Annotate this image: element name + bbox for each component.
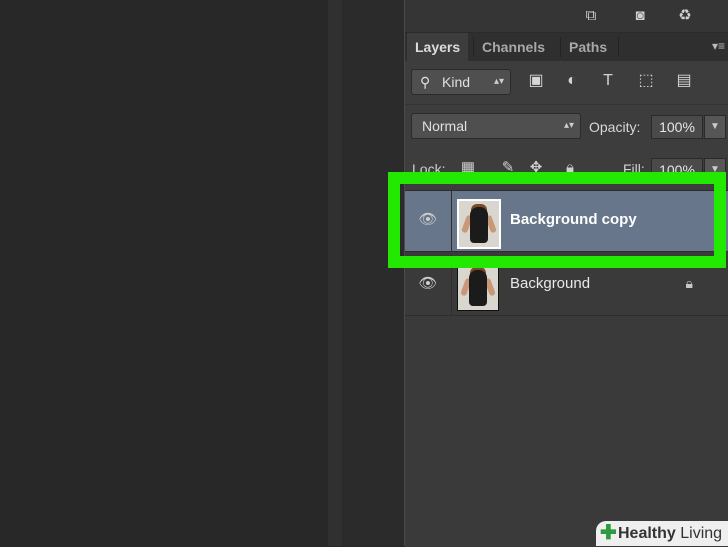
thumbnail-figure [469, 270, 487, 306]
panel-gutter [342, 0, 405, 546]
highlight-annotation [388, 172, 726, 268]
tab-paths[interactable]: Paths [561, 33, 615, 61]
type-filter-icon[interactable]: T [597, 71, 619, 91]
plus-icon: ✚ [600, 522, 617, 544]
tab-layers[interactable]: Layers [407, 33, 469, 61]
canvas-scroll-edge [328, 0, 342, 546]
kind-filter-select[interactable]: ⚲ Kind ▴▾ [411, 69, 511, 95]
new-layer-icon[interactable]: ⧉ [581, 7, 601, 25]
document-canvas[interactable] [0, 0, 328, 546]
watermark-text: Healthy Living [618, 524, 722, 544]
smart-object-filter-icon[interactable]: ▤ [673, 71, 695, 91]
panel-tabs: Layers Channels Paths ▾≡ [405, 33, 728, 61]
tab-channels[interactable]: Channels [474, 33, 553, 61]
chevron-updown-icon: ▴▾ [493, 76, 504, 87]
panel-menu-icon[interactable]: ▾≡ [712, 39, 725, 53]
shape-filter-icon[interactable]: ⬚ [635, 71, 657, 91]
blend-mode-select[interactable]: Normal ▴▾ [411, 113, 581, 139]
panel-top-toolbar: ⧉ ◙ ♻ [405, 0, 728, 33]
blend-mode-label: Normal [422, 118, 468, 134]
layer-name: Background [510, 275, 591, 292]
adjustment-filter-icon[interactable]: ◐ [561, 71, 583, 91]
layers-panel: ⧉ ◙ ♻ Layers Channels Paths ▾≡ ⚲ Kind ▴▾… [404, 0, 728, 547]
opacity-dropdown-icon[interactable]: ▼ [704, 115, 726, 139]
image-filter-icon[interactable]: ▣ [525, 71, 547, 91]
watermark-rest: Living [675, 525, 723, 542]
lock-icon: 🔒︎ [685, 275, 693, 291]
chevron-updown-icon: ▴▾ [563, 120, 574, 131]
camera-icon[interactable]: ◙ [630, 7, 650, 25]
trash-icon[interactable]: ♻ [675, 7, 695, 25]
kind-filter-label: Kind [442, 74, 471, 90]
opacity-label: Opacity: [589, 119, 641, 135]
tab-divider [618, 37, 619, 57]
blend-row: Normal ▴▾ Opacity: 100% ▼ [405, 104, 728, 145]
watermark-bold: Healthy [618, 525, 676, 542]
eye-icon[interactable]: 👁︎ [417, 275, 439, 293]
healthy-living-watermark: ✚ Healthy Living [596, 521, 728, 546]
layer-thumbnail [457, 263, 499, 311]
opacity-input[interactable]: 100% [651, 115, 703, 139]
filter-row: ⚲ Kind ▴▾ ▣ ◐ T ⬚ ▤ [405, 62, 728, 100]
search-icon: ⚲ [420, 74, 431, 90]
